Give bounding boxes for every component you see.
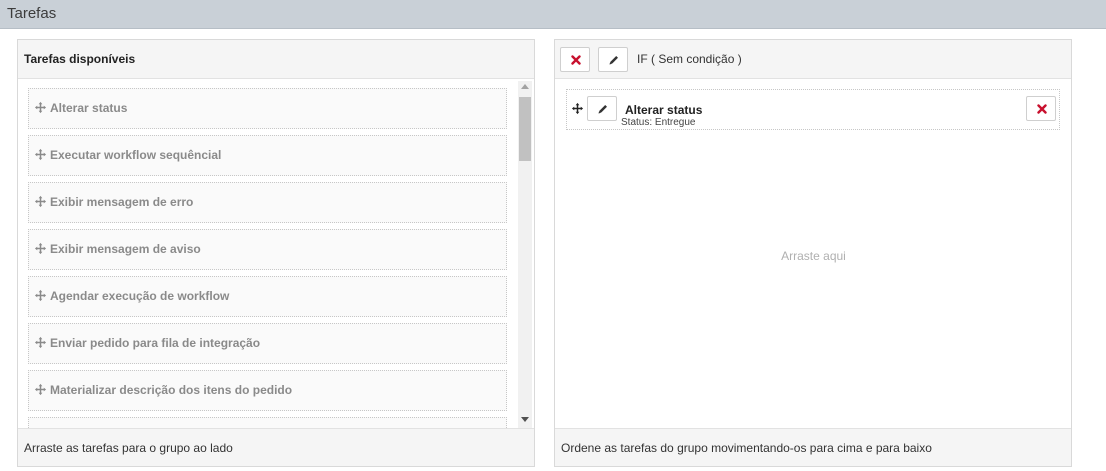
task-item-label: Materializar descrição dos itens do pedi… [50,383,293,397]
task-item-label: Agendar execução de workflow [50,289,230,303]
task-item-executar-workflow[interactable]: Executar workflow sequêncial [28,135,507,176]
move-icon [34,101,47,114]
group-task-detail: Status: Entregue [621,117,696,128]
task-item-mensagem-aviso[interactable]: Exibir mensagem de aviso [28,229,507,270]
group-task-item[interactable]: Alterar status Status: Entregue [566,89,1060,130]
move-icon [34,195,47,208]
pencil-icon [609,56,618,65]
available-tasks-footer: Arraste as tarefas para o grupo ao lado [18,428,534,466]
drop-zone[interactable]: Alterar status Status: Entregue Arraste … [560,86,1067,427]
remove-group-button[interactable] [560,47,590,72]
task-item-label: Alterar status [50,101,128,115]
drop-zone-hint: Arraste aqui [781,249,846,263]
task-group-panel: IF ( Sem condição ) Alterar status Statu… [554,39,1072,467]
task-item-partial[interactable] [28,417,507,428]
move-icon [34,336,47,349]
window-title: Tarefas [7,5,57,22]
remove-task-button[interactable] [1026,96,1056,121]
scroll-up-arrow-icon[interactable] [521,84,529,89]
edit-task-button[interactable] [587,96,617,121]
available-tasks-header: Tarefas disponíveis [18,40,534,79]
scroll-thumb[interactable] [519,97,531,161]
task-item-label: Exibir mensagem de erro [50,195,194,209]
task-item-materializar-descricao[interactable]: Materializar descrição dos itens do pedi… [28,370,507,411]
tasks-scrollbar[interactable] [518,81,532,428]
pencil-icon [598,105,607,114]
available-tasks-list: Alterar status Executar workflow sequênc… [25,84,507,428]
move-icon [34,242,47,255]
task-group-footer: Ordene as tarefas do grupo movimentando-… [555,428,1071,466]
task-item-label: Enviar pedido para fila de integração [50,336,261,350]
move-icon [34,383,47,396]
available-tasks-title: Tarefas disponíveis [24,52,136,66]
available-tasks-panel: Tarefas disponíveis Alterar status Execu… [17,39,535,467]
task-item-label: Exibir mensagem de aviso [50,242,201,256]
task-item-label: Executar workflow sequêncial [50,148,222,162]
condition-label: IF ( Sem condição ) [637,52,742,66]
task-group-header: IF ( Sem condição ) [555,40,1071,79]
move-icon[interactable] [571,102,584,115]
window-titlebar: Tarefas [0,0,1106,29]
task-item-agendar-execucao[interactable]: Agendar execução de workflow [28,276,507,317]
scroll-down-arrow-icon[interactable] [521,417,529,422]
move-icon [34,289,47,302]
task-item-enviar-pedido[interactable]: Enviar pedido para fila de integração [28,323,507,364]
close-x-icon [1037,104,1047,114]
task-group-hint: Ordene as tarefas do grupo movimentando-… [561,441,932,455]
close-x-icon [571,55,581,65]
task-item-mensagem-erro[interactable]: Exibir mensagem de erro [28,182,507,223]
edit-condition-button[interactable] [598,47,628,72]
move-icon [34,148,47,161]
task-item-alterar-status[interactable]: Alterar status [28,88,507,129]
available-tasks-hint: Arraste as tarefas para o grupo ao lado [24,441,233,455]
group-task-name: Alterar status [625,103,703,117]
